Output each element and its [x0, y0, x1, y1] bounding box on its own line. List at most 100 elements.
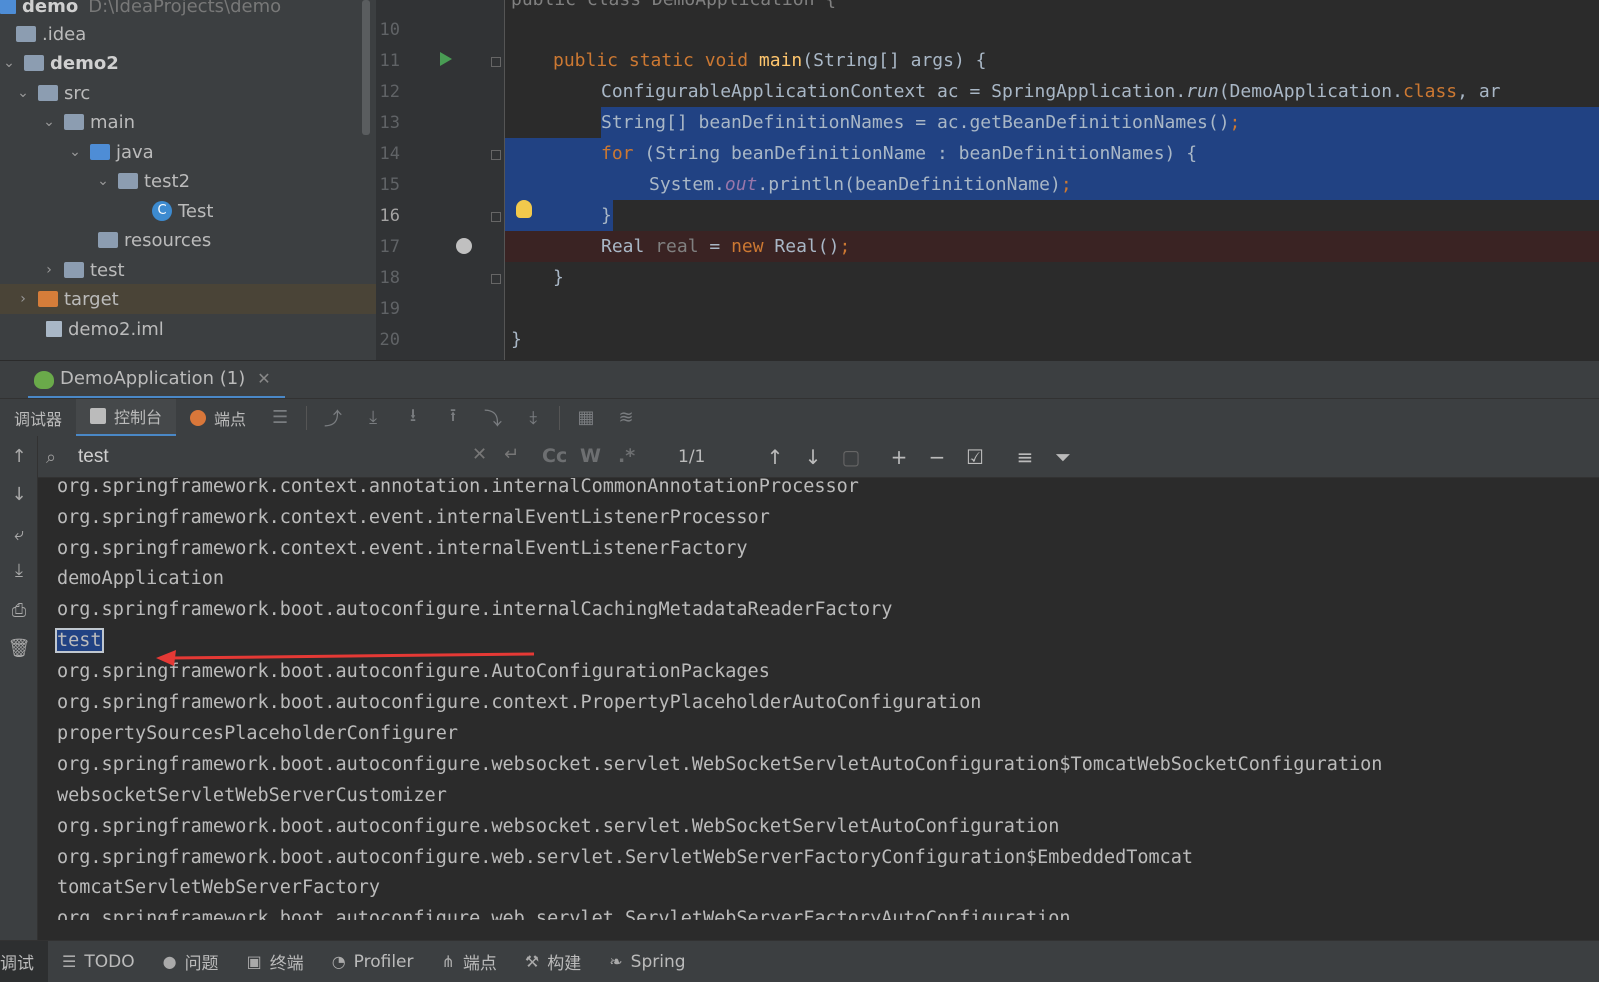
lightbulb-icon[interactable] [516, 200, 532, 218]
module-icon [0, 0, 16, 14]
toolwindow-build[interactable]: ⚒ 构建 [511, 941, 595, 982]
close-icon[interactable]: ✕ [257, 369, 270, 388]
toolwindow-label: 问题 [184, 954, 219, 974]
toolwindow-terminal[interactable]: ▣ 终端 [233, 941, 318, 982]
tree-item-label: resources [124, 229, 212, 251]
match-case-toggle[interactable]: Cc [542, 445, 567, 467]
code-line-18: } [505, 262, 1599, 293]
search-icon[interactable]: ⌕ [46, 447, 56, 468]
fold-icon[interactable] [491, 274, 501, 284]
console-output[interactable]: org.springframework.context.annotation.i… [38, 478, 1599, 920]
toolwindow-label: 调试 [0, 954, 34, 974]
fold-icon[interactable] [491, 150, 501, 160]
tree-item-demo2[interactable]: ⌄ demo2 [0, 48, 376, 78]
annotation-arrow-head [156, 650, 176, 666]
fold-icon[interactable] [491, 212, 501, 222]
tree-item-label: src [64, 82, 91, 104]
chevron-down-icon[interactable]: ⌄ [66, 144, 84, 160]
tree-item-resources[interactable]: resources [0, 225, 376, 255]
trace-icon[interactable]: ≋ [606, 407, 646, 428]
soft-wrap-icon[interactable]: ⤶ [6, 522, 32, 548]
run-main-icon[interactable] [440, 52, 452, 66]
tree-item-demo2-iml[interactable]: demo2.iml [0, 314, 376, 344]
tree-item-target[interactable]: › target [0, 284, 376, 314]
print-icon[interactable]: ⎙ [6, 598, 32, 624]
code-editor[interactable]: 10 11 12 13 14 15 16 17 18 19 20 public … [376, 0, 1599, 360]
new-line-icon[interactable]: ↵ [504, 444, 519, 465]
code-token: real [655, 236, 699, 257]
regex-toggle[interactable]: .* [618, 445, 635, 467]
toolbar-separator [559, 405, 561, 430]
chevron-down-icon[interactable]: ⌄ [40, 114, 58, 130]
evaluate-icon[interactable]: ⤈ [513, 407, 553, 428]
menu-icon[interactable]: ☰ [260, 407, 300, 428]
toolwindow-spring[interactable]: ❧ Spring [595, 941, 699, 982]
toolwindow-debug[interactable]: 调试 [0, 940, 48, 982]
clear-icon[interactable]: ✕ [472, 444, 487, 465]
step-into-icon[interactable]: ⭳ [393, 403, 433, 433]
console-line: org.springframework.boot.autoconfigure.w… [57, 816, 1060, 837]
scroll-to-end-icon[interactable]: ⤓ [6, 558, 32, 584]
code-line-10: public class DemoApplication { [505, 0, 1599, 15]
breakpoint-icon[interactable] [456, 238, 472, 254]
code-line-12: ConfigurableApplicationContext ac = Spri… [505, 76, 1599, 107]
tree-item-main[interactable]: ⌄ main [0, 107, 376, 137]
package-icon [118, 173, 138, 189]
code-line-15: System.out.println(beanDefinitionName); [505, 169, 1599, 200]
line-number: 13 [379, 113, 400, 133]
tree-item-src[interactable]: ⌄ src [0, 78, 376, 108]
tab-debugger[interactable]: 调试器 [0, 399, 76, 437]
remove-selection-icon[interactable]: − [922, 443, 952, 471]
fold-icon[interactable] [491, 57, 501, 67]
toolwindow-endpoints[interactable]: ⋔ 端点 [428, 941, 511, 982]
folder-icon [64, 114, 84, 130]
endpoints-icon [190, 409, 207, 426]
tab-console[interactable]: 控制台 [76, 398, 177, 437]
chevron-right-icon[interactable]: › [14, 291, 32, 307]
toolwindow-todo[interactable]: ☰ TODO [48, 941, 149, 982]
tree-root[interactable]: demo D:\IdeaProjects\demo [0, 0, 376, 21]
profiler-icon: ◔ [331, 952, 346, 971]
step-over-icon[interactable]: ⤓ [353, 407, 393, 428]
step-out-icon[interactable]: ⭱ [433, 403, 473, 433]
filter-search-results-icon[interactable]: ▢ [836, 443, 866, 471]
run-to-cursor-icon[interactable]: ⤵ [473, 405, 513, 431]
next-occurrence-icon[interactable]: ↓ [798, 443, 828, 471]
tree-item-idea[interactable]: .idea [0, 19, 376, 49]
add-selection-icon[interactable]: + [884, 443, 914, 471]
run-tab-label: DemoApplication (1) [60, 368, 246, 389]
tree-item-test-class[interactable]: C Test [0, 196, 376, 226]
arrow-down-icon[interactable]: ↓ [6, 482, 32, 508]
code-token: = [698, 236, 732, 257]
toolwindow-profiler[interactable]: ◔ Profiler [318, 941, 428, 982]
filter-icon[interactable]: ⏷ [1048, 443, 1078, 471]
search-input[interactable] [78, 443, 448, 471]
chevron-right-icon[interactable]: › [40, 262, 58, 278]
tab-demo-application[interactable]: DemoApplication (1) ✕ [28, 361, 285, 399]
tree-item-java[interactable]: ⌄ java [0, 137, 376, 167]
trash-icon[interactable]: 🗑 [6, 636, 32, 662]
words-toggle[interactable]: W [580, 445, 601, 467]
tree-item-label: test [90, 259, 125, 281]
code-token: Real [601, 236, 656, 257]
show-execution-point-icon[interactable]: ⤴ [313, 405, 353, 431]
tree-item-test2[interactable]: ⌄ test2 [0, 166, 376, 196]
code-line-11: public static void main(String[] args) { [505, 45, 1599, 76]
line-number: 18 [379, 268, 400, 288]
tab-endpoints[interactable]: 端点 [176, 399, 260, 437]
table-icon[interactable]: ▦ [566, 407, 606, 428]
arrow-up-icon[interactable]: ↑ [6, 444, 32, 470]
console-line: tomcatServletWebServerFactory [57, 877, 381, 898]
project-scrollbar[interactable] [362, 0, 370, 135]
chevron-down-icon[interactable]: ⌄ [14, 85, 32, 101]
toolwindow-label: 构建 [547, 954, 582, 974]
chevron-down-icon[interactable]: ⌄ [94, 173, 112, 189]
chevron-down-icon[interactable]: ⌄ [0, 55, 18, 71]
previous-occurrence-icon[interactable]: ↑ [760, 443, 790, 471]
code-token: } [553, 267, 564, 288]
text-settings-icon[interactable]: ≡ [1010, 443, 1040, 471]
select-all-occurrences-icon[interactable]: ☑ [960, 443, 990, 471]
module-folder-icon [24, 55, 44, 71]
tree-item-test[interactable]: › test [0, 255, 376, 285]
toolwindow-problems[interactable]: ● 问题 [149, 941, 233, 982]
